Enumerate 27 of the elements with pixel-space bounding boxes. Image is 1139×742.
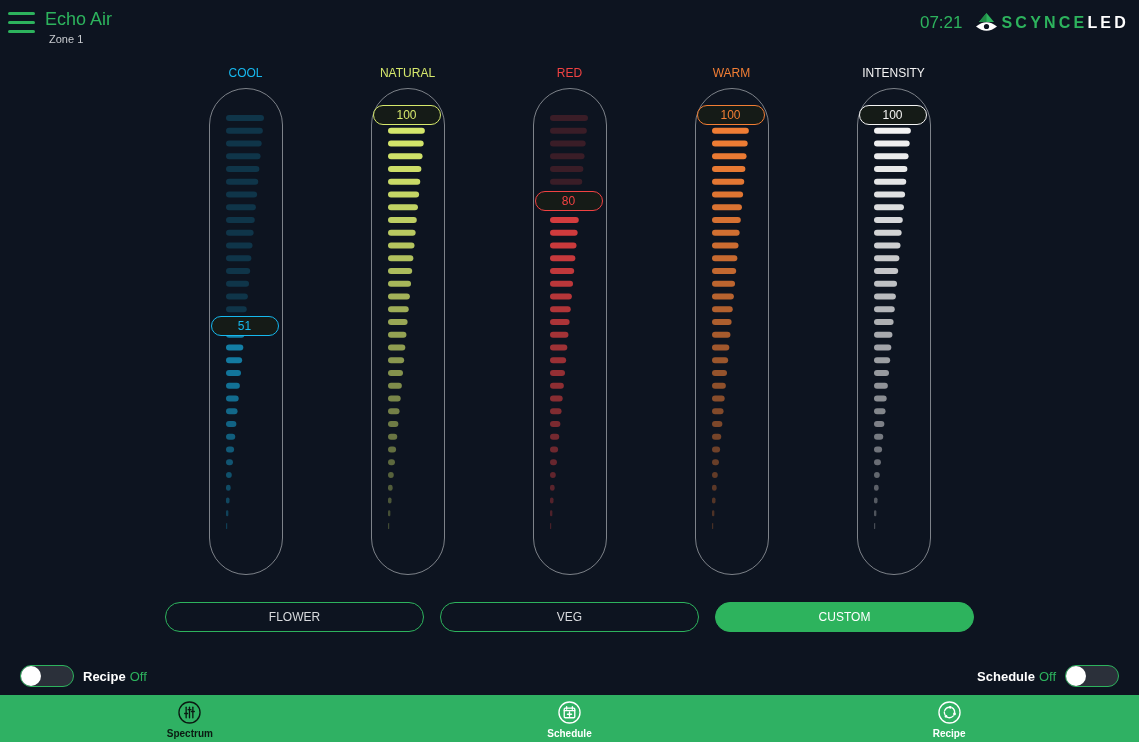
device-title: Echo Air (45, 8, 113, 31)
nav-tab[interactable]: Spectrum (166, 695, 213, 740)
channel-label: COOL (228, 65, 263, 81)
slider-handle[interactable]: 51 (210, 315, 279, 336)
logo-icon (975, 13, 997, 33)
slider-handle[interactable]: 100 (372, 105, 441, 125)
slider-handle[interactable]: 100 (858, 105, 927, 125)
toggle-switch[interactable] (20, 665, 74, 687)
slider-handle[interactable]: 100 (696, 105, 765, 125)
channel-label: WARM (712, 65, 751, 81)
toggle-label: Schedule (977, 669, 1035, 683)
channel-label: INTENSITY (862, 65, 925, 81)
channel-label: RED (556, 65, 583, 81)
toggle-status: Off (1038, 669, 1056, 683)
menu-button[interactable] (8, 12, 35, 33)
channel-label: NATURAL (379, 65, 436, 81)
toggle-status: Off (129, 669, 147, 683)
logo-text: SCYNCE LED (1001, 13, 1129, 33)
clock-time: 07:21 (919, 12, 963, 34)
menu-icon (8, 12, 35, 33)
zone-label: Zone 1 (49, 32, 85, 46)
toggle-label: Recipe (83, 669, 126, 683)
cycle-arrows-icon (937, 701, 961, 724)
slider-handle[interactable]: 80 (534, 191, 603, 211)
sliders-icon (178, 701, 202, 724)
toggle-switch[interactable] (1065, 665, 1119, 687)
calendar-plus-icon (558, 701, 581, 724)
